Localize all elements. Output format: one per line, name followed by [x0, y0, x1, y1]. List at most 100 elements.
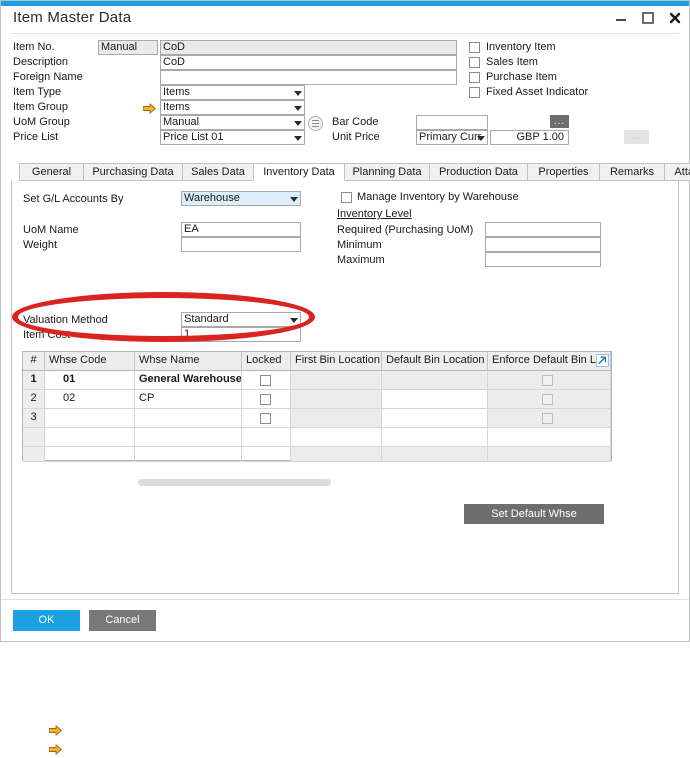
set-default-whse-button[interactable]: Set Default Whse [464, 504, 604, 524]
window-titlebar: Item Master Data [1, 6, 689, 34]
manage-inventory-by-warehouse-checkbox[interactable] [341, 192, 352, 203]
fixed-asset-indicator-checkbox[interactable] [469, 87, 480, 98]
sales-item-checkbox[interactable] [469, 57, 480, 68]
table-cell-whse-code [45, 428, 135, 447]
required-purchasing-uom-field[interactable] [485, 222, 601, 237]
table-cell-default-bin-location[interactable] [382, 409, 488, 428]
maximum-field[interactable] [485, 252, 601, 267]
table-header-whse-name[interactable]: Whse Name [135, 352, 242, 371]
item-type-select[interactable]: Items [160, 85, 305, 100]
tab-general[interactable]: General [19, 163, 84, 181]
unit-price-currency-select[interactable]: Primary Curr [416, 130, 488, 145]
row-1-link-arrow-icon[interactable] [49, 725, 62, 736]
table-row-index [23, 428, 45, 447]
label-item-cost: Item Cost [23, 329, 70, 341]
inventory-item-checkbox[interactable] [469, 42, 480, 53]
label-description: Description [13, 56, 68, 68]
table-cell-whse-code[interactable] [45, 409, 135, 428]
tab-properties[interactable]: Properties [527, 163, 600, 181]
tab-strip: General Purchasing Data Sales Data Inven… [11, 163, 679, 181]
tab-inventory-data[interactable]: Inventory Data [253, 163, 345, 181]
table-cell-default-bin-location [382, 447, 488, 462]
unit-price-amount-field[interactable]: GBP 1.00 [490, 130, 569, 145]
table-cell-locked[interactable] [242, 409, 291, 428]
maximize-icon[interactable] [640, 10, 656, 26]
table-cell-locked[interactable] [242, 390, 291, 409]
uom-group-value: Manual [163, 116, 199, 128]
table-cell-whse-code[interactable]: 02 [45, 390, 135, 409]
chevron-down-icon [294, 106, 302, 111]
bar-code-field[interactable] [416, 115, 488, 130]
item-group-select[interactable]: Items [160, 100, 305, 115]
price-list-select[interactable]: Price List 01 [160, 130, 305, 145]
cancel-button[interactable]: Cancel [89, 610, 156, 631]
table-cell-whse-code[interactable]: 01 [45, 371, 135, 390]
weight-field[interactable] [181, 237, 301, 252]
table-header-first-bin-location[interactable]: First Bin Location [291, 352, 382, 371]
row-2-link-arrow-icon[interactable] [49, 744, 62, 755]
table-row-index: 3 [23, 409, 45, 428]
table-cell-first-bin-location [291, 390, 382, 409]
table-cell-enforce-default-bin [488, 409, 611, 428]
table-cell-whse-code [45, 447, 135, 462]
row-1-locked-checkbox[interactable] [260, 375, 271, 386]
row-2-enforce-default-bin-checkbox [542, 394, 553, 405]
label-weight: Weight [23, 239, 57, 251]
description-field[interactable]: CoD [160, 55, 457, 70]
item-cost-field[interactable]: 1 [181, 327, 301, 342]
expand-arrow-icon[interactable] [596, 354, 609, 367]
tab-production-data[interactable]: Production Data [429, 163, 528, 181]
tab-planning-data[interactable]: Planning Data [344, 163, 430, 181]
table-cell-first-bin-location [291, 409, 382, 428]
window-controls [613, 10, 683, 26]
item-no-field[interactable]: CoD [160, 40, 457, 55]
purchase-item-label: Purchase Item [486, 71, 557, 83]
uom-name-field[interactable]: EA [181, 222, 301, 237]
warehouse-table: # Whse Code Whse Name Locked First Bin L… [22, 351, 612, 461]
table-cell-whse-name [135, 428, 242, 447]
tab-remarks[interactable]: Remarks [599, 163, 665, 181]
table-cell-locked [242, 447, 291, 462]
title-divider [11, 33, 679, 34]
unit-price-browse-button: ... [624, 130, 649, 144]
tab-purchasing-data[interactable]: Purchasing Data [83, 163, 183, 181]
footer-divider [1, 599, 689, 600]
label-required-purchasing-uom: Required (Purchasing UoM) [337, 224, 473, 236]
table-cell-default-bin-location[interactable] [382, 390, 488, 409]
ok-button[interactable]: OK [13, 610, 80, 631]
minimize-icon[interactable] [613, 10, 629, 26]
table-header-index[interactable]: # [23, 352, 45, 371]
tab-attachments[interactable]: Attachments [664, 163, 690, 181]
close-icon[interactable] [667, 10, 683, 26]
table-cell-whse-name[interactable]: CP [135, 390, 242, 409]
label-bar-code: Bar Code [332, 116, 378, 128]
table-header-locked[interactable]: Locked [242, 352, 291, 371]
bar-code-browse-button[interactable]: ... [550, 115, 569, 128]
manage-inventory-by-warehouse-label: Manage Inventory by Warehouse [357, 191, 519, 203]
row-3-locked-checkbox[interactable] [260, 413, 271, 424]
valuation-method-select[interactable]: Standard [181, 312, 301, 327]
uom-group-select[interactable]: Manual [160, 115, 305, 130]
table-cell-whse-name[interactable]: General Warehouse [135, 371, 242, 390]
table-header-default-bin-location[interactable]: Default Bin Location [382, 352, 488, 371]
item-no-series-field[interactable]: Manual [98, 40, 158, 55]
purchase-item-checkbox[interactable] [469, 72, 480, 83]
table-cell-enforce-default-bin [488, 428, 611, 447]
table-header-whse-code[interactable]: Whse Code [45, 352, 135, 371]
table-cell-whse-name[interactable] [135, 409, 242, 428]
table-cell-default-bin-location [382, 371, 488, 390]
set-gl-accounts-by-select[interactable]: Warehouse [181, 191, 301, 206]
inventory-item-label: Inventory Item [486, 41, 556, 53]
list-icon[interactable] [308, 116, 323, 131]
item-group-link-arrow-icon[interactable] [143, 103, 156, 114]
row-2-locked-checkbox[interactable] [260, 394, 271, 405]
table-header-enforce-default-bin[interactable]: Enforce Default Bin L... [488, 352, 611, 371]
foreign-name-field[interactable] [160, 70, 457, 85]
label-valuation-method: Valuation Method [23, 314, 108, 326]
minimum-field[interactable] [485, 237, 601, 252]
item-master-data-window: Item Master Data Item No. Description Fo… [0, 0, 690, 642]
tab-sales-data[interactable]: Sales Data [182, 163, 254, 181]
row-3-enforce-default-bin-checkbox [542, 413, 553, 424]
table-cell-locked[interactable] [242, 371, 291, 390]
table-horizontal-scrollbar[interactable] [138, 479, 331, 486]
